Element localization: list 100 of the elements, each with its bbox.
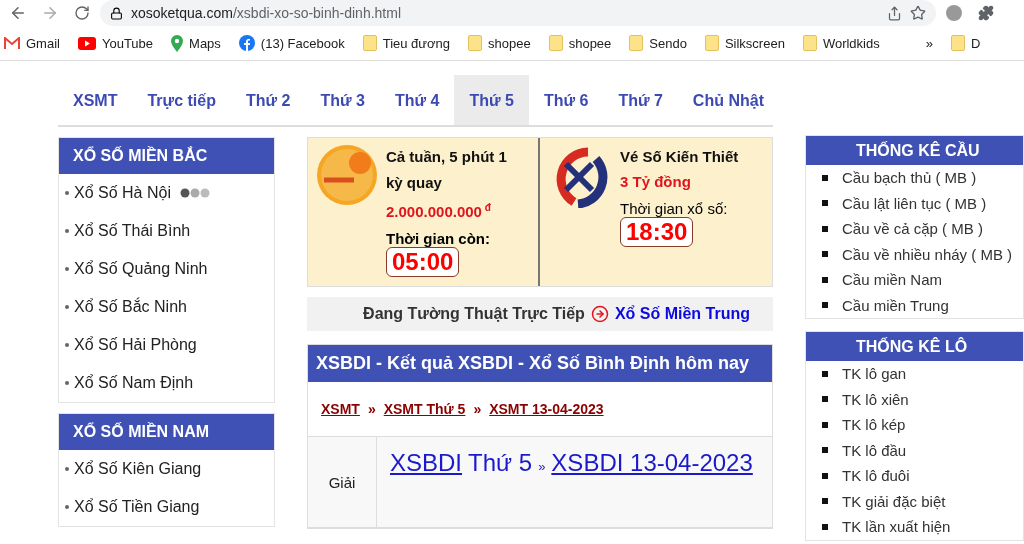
sidebar-link[interactable]: Xổ Số Bắc Ninh <box>59 288 274 326</box>
bullet-icon <box>822 370 828 377</box>
folder-icon <box>362 35 377 51</box>
folder-icon <box>950 35 965 51</box>
play-icon <box>77 36 96 50</box>
sidebar-link[interactable]: Xổ Số Thái Bình <box>59 212 274 250</box>
result-title: XSBDI - Kết quả XSBDI - Xổ Số Bình Định hôm nay <box>308 345 772 382</box>
stats-link[interactable]: Cầu về nhiều nháy ( MB ) <box>806 241 1023 267</box>
address-bar[interactable]: xosoketqua.com/xsbdi-xo-so-binh-dinh.html <box>100 0 936 26</box>
bookmark[interactable]: D <box>950 35 981 51</box>
bullet-icon <box>822 472 828 479</box>
stats-link[interactable]: Cầu bạch thủ ( MB ) <box>806 165 1023 191</box>
bullet-icon <box>822 276 828 283</box>
bullet-icon <box>65 229 69 233</box>
map-pin-icon <box>171 34 184 52</box>
stats-link[interactable]: TK lô đầu <box>806 437 1023 463</box>
bookmark[interactable]: Silkscreen <box>704 35 785 51</box>
bookmark[interactable]: YouTube <box>77 35 154 51</box>
sidebar-link[interactable]: Xổ Số Tiền Giang <box>59 488 274 526</box>
bookmark[interactable]: Gmail <box>4 35 60 51</box>
nav-tab[interactable]: Thứ 5 <box>454 75 529 125</box>
bullet-icon <box>65 191 69 195</box>
sidebar-link[interactable]: Xổ Số Hải Phòng <box>59 326 274 364</box>
breadcrumb-link[interactable]: XSMT <box>321 401 360 417</box>
breadcrumb-link[interactable]: XSMT Thứ 5 <box>383 401 466 417</box>
sidebar-heading: XỔ SỐ MIỀN NAM <box>59 414 274 450</box>
sidebar-link[interactable]: Xổ Số Nam Định <box>59 364 274 402</box>
breadcrumb-link[interactable]: XSMT 13-04-2023 <box>489 401 604 417</box>
live-text: Đang Tường Thuật Trực Tiếp <box>363 305 585 323</box>
bookmark[interactable]: shopee <box>548 35 612 51</box>
breadcrumb-separator: » <box>367 401 376 417</box>
stats-link[interactable]: Cầu lật liên tục ( MB ) <box>806 190 1023 216</box>
promo-title: Cả tuần, 5 phút 1 kỳ quay <box>386 147 508 193</box>
mail-icon <box>4 37 20 49</box>
bullet-icon <box>65 505 69 509</box>
bookmark[interactable]: Tieu đương <box>362 35 450 51</box>
live-link[interactable]: Xổ Số Miền Trung <box>614 305 750 323</box>
nav-tab[interactable]: XSMT <box>58 75 133 125</box>
nav-tab[interactable]: Thứ 2 <box>230 75 306 125</box>
bookmark[interactable]: (13) Facebook <box>238 35 345 51</box>
bullet-icon <box>65 267 69 271</box>
result-link[interactable]: XSBDI 13-04-2023 <box>551 449 753 477</box>
bookmark[interactable]: shopee <box>468 35 531 51</box>
bookmarks-overflow[interactable]: » <box>925 35 933 51</box>
prize-amount: 3 Tỷ đồng <box>620 172 692 192</box>
facebook-icon <box>238 35 255 51</box>
bullet-icon <box>65 343 69 347</box>
bullet-icon <box>822 251 828 258</box>
stats-heading: THỐNG KÊ LÔ <box>806 332 1023 361</box>
nav-tab[interactable]: Thứ 7 <box>603 75 678 125</box>
nav-tab[interactable]: Trực tiếp <box>132 75 231 125</box>
table-cell: Giải <box>308 437 377 527</box>
nav-tab[interactable]: Thứ 3 <box>305 75 380 125</box>
stats-link[interactable]: TK lô xiên <box>806 386 1023 412</box>
result-link[interactable]: XSBDI <box>390 449 463 477</box>
bullet-icon <box>822 302 828 309</box>
heading-separator: » <box>538 459 546 474</box>
nav-tab[interactable]: Thứ 6 <box>528 75 604 125</box>
nav-tab[interactable]: Thứ 4 <box>379 75 455 125</box>
bullet-icon <box>822 200 828 207</box>
star-icon[interactable] <box>910 5 926 21</box>
bullet-icon <box>65 381 69 385</box>
ball-logo-icon <box>316 144 378 206</box>
stats-link[interactable]: TK lô gan <box>806 361 1023 387</box>
stats-link[interactable]: TK lô đuôi <box>806 463 1023 489</box>
bullet-icon <box>822 498 828 505</box>
stats-link[interactable]: Cầu miền Nam <box>806 267 1023 293</box>
stats-link[interactable]: Cầu miền Trung <box>806 292 1023 318</box>
avatar-icon[interactable] <box>946 5 962 21</box>
folder-icon <box>802 35 817 51</box>
sidebar-link[interactable]: Xổ Số Kiên Giang <box>59 450 274 488</box>
sidebar-link[interactable]: Xổ Số Quảng Ninh <box>59 250 274 288</box>
bullet-icon <box>822 447 828 454</box>
folder-icon <box>704 35 719 51</box>
lock-icon <box>110 6 123 20</box>
time-label: Thời gian còn: <box>386 230 491 247</box>
folder-icon <box>629 35 644 51</box>
bullet-icon <box>822 225 828 232</box>
bookmark[interactable]: Worldkids <box>802 35 880 51</box>
bullet-icon <box>65 467 69 471</box>
bullet-icon <box>822 421 828 428</box>
bookmark[interactable]: Maps <box>171 34 221 52</box>
prize-amount: 2.000.000.000 $^{đ}$ <box>386 201 492 222</box>
bookmark[interactable]: Sendo <box>629 35 687 51</box>
time-display: 18:30 <box>620 217 694 247</box>
stats-link[interactable]: TK giải đặc biệt <box>806 488 1023 514</box>
share-icon[interactable] <box>887 5 902 21</box>
sidebar-link[interactable]: Xổ Số Hà Nội <box>59 174 274 212</box>
sidebar-heading: XỔ SỐ MIỀN BẮC <box>59 138 274 174</box>
stats-link[interactable]: TK lô kép <box>806 412 1023 438</box>
bullet-icon <box>822 174 828 181</box>
promo-title: Vé Số Kiến Thiết <box>620 147 739 167</box>
stats-link[interactable]: TK lần xuất hiện <box>806 514 1023 540</box>
bullet-icon <box>822 396 828 403</box>
stats-link[interactable]: Cầu về cả cặp ( MB ) <box>806 216 1023 242</box>
stats-heading: THỐNG KÊ CẦU <box>806 136 1023 165</box>
time-label: Thời gian xổ số: <box>620 200 729 217</box>
bullet-icon <box>65 305 69 309</box>
time-display: 05:00 <box>386 247 460 277</box>
nav-tab[interactable]: Chủ Nhật <box>677 75 779 125</box>
